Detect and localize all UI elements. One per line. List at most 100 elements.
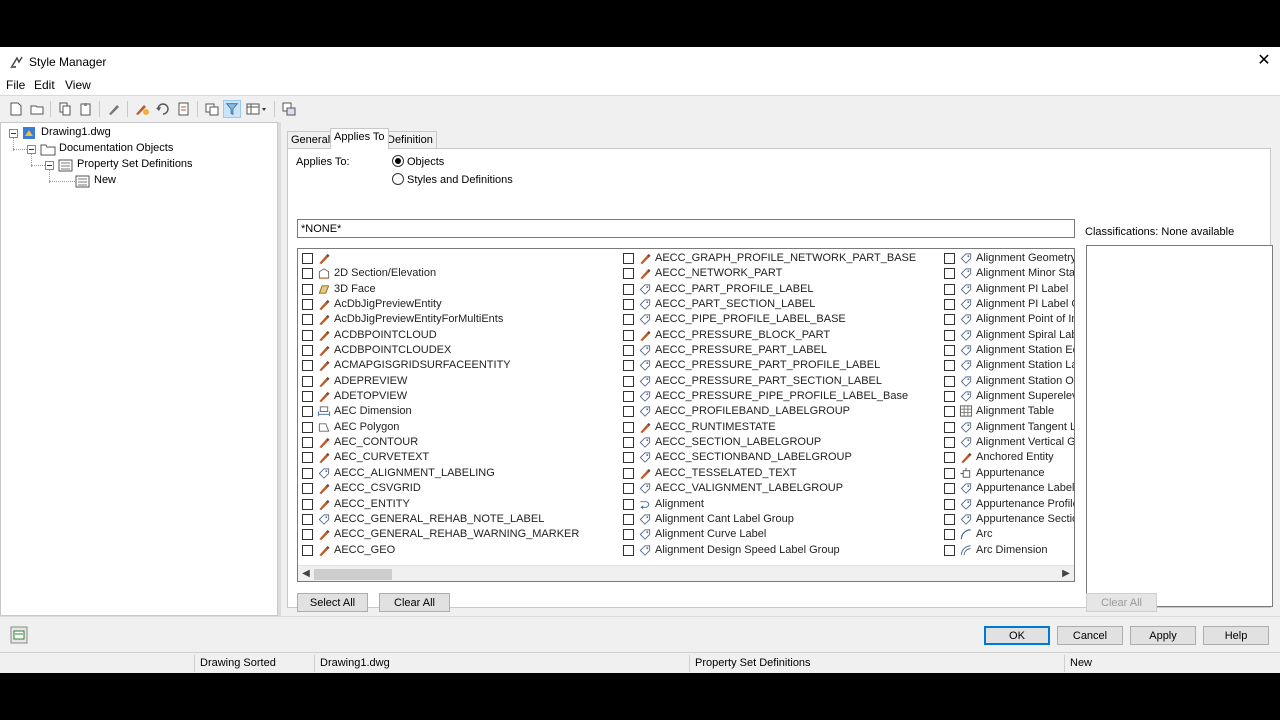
object-type-row[interactable]: AECC_RUNTIMESTATE	[623, 420, 941, 435]
object-type-row[interactable]: Arc	[944, 527, 1074, 542]
object-type-checkbox[interactable]	[623, 314, 634, 326]
object-type-checkbox[interactable]	[302, 406, 313, 418]
object-type-checkbox[interactable]	[944, 253, 955, 264]
object-type-row[interactable]: Alignment PI Label	[944, 282, 1074, 297]
object-type-checkbox[interactable]	[302, 421, 313, 433]
object-type-row[interactable]: ADETOPVIEW	[302, 389, 620, 404]
tree-node-property-set-definitions[interactable]: Property Set Definitions	[77, 158, 193, 170]
object-type-checkbox[interactable]	[623, 483, 634, 495]
collapse-icon[interactable]	[9, 129, 18, 138]
object-type-row[interactable]	[302, 251, 620, 266]
object-type-checkbox[interactable]	[302, 375, 313, 387]
scroll-right-icon[interactable]: ▶	[1059, 567, 1073, 581]
object-type-row[interactable]: AECC_PRESSURE_PART_LABEL	[623, 343, 941, 358]
object-type-row[interactable]: AcDbJigPreviewEntityForMultiEnts	[302, 312, 620, 327]
object-type-checkbox[interactable]	[623, 406, 634, 418]
classifications-list[interactable]	[1086, 245, 1273, 607]
menu-edit[interactable]: Edit	[34, 78, 55, 92]
object-type-row[interactable]: Alignment Station Ec	[944, 343, 1074, 358]
object-type-row[interactable]: ADEPREVIEW	[302, 374, 620, 389]
object-type-checkbox[interactable]	[944, 498, 955, 510]
object-type-row[interactable]: Appurtenance Profile	[944, 497, 1074, 512]
object-type-checkbox[interactable]	[944, 283, 955, 295]
object-type-checkbox[interactable]	[302, 437, 313, 449]
styles-definitions-radio[interactable]	[392, 173, 404, 185]
object-type-row[interactable]: AECC_GEO	[302, 543, 620, 558]
object-type-checkbox[interactable]	[944, 437, 955, 449]
object-type-row[interactable]: AECC_NETWORK_PART	[623, 266, 941, 281]
apply-button[interactable]: Apply	[1130, 626, 1196, 645]
object-type-checkbox[interactable]	[944, 544, 955, 556]
open-drawing-icon[interactable]	[28, 100, 46, 118]
object-type-row[interactable]: AECC_PRESSURE_PIPE_PROFILE_LABEL_Base	[623, 389, 941, 404]
object-type-row[interactable]: AECC_CSVGRID	[302, 481, 620, 496]
object-type-checkbox[interactable]	[944, 329, 955, 341]
view-options-icon[interactable]	[245, 100, 269, 118]
object-type-checkbox[interactable]	[302, 329, 313, 341]
object-type-checkbox[interactable]	[302, 283, 313, 295]
object-type-row[interactable]: Anchored Entity	[944, 450, 1074, 465]
object-type-row[interactable]: 2D Section/Elevation	[302, 266, 620, 281]
object-type-checkbox[interactable]	[302, 268, 313, 280]
object-type-row[interactable]: AECC_PART_PROFILE_LABEL	[623, 282, 941, 297]
object-type-checkbox[interactable]	[944, 299, 955, 311]
object-type-row[interactable]: 3D Face	[302, 282, 620, 297]
object-type-row[interactable]: AECC_ALIGNMENT_LABELING	[302, 466, 620, 481]
object-type-checkbox[interactable]	[623, 253, 634, 264]
object-type-row[interactable]: Arc Dimension	[944, 543, 1074, 558]
object-type-checkbox[interactable]	[623, 345, 634, 357]
object-type-row[interactable]: Alignment PI Label G	[944, 297, 1074, 312]
menu-view[interactable]: View	[65, 78, 91, 92]
object-type-row[interactable]: Alignment Station La	[944, 358, 1074, 373]
object-type-row[interactable]: Alignment Geometry	[944, 251, 1074, 266]
object-type-checkbox[interactable]	[944, 375, 955, 387]
object-type-row[interactable]: AECC_PART_SECTION_LABEL	[623, 297, 941, 312]
inline-edit-icon[interactable]	[175, 100, 193, 118]
cancel-button[interactable]: Cancel	[1057, 626, 1123, 645]
object-type-checkbox[interactable]	[623, 375, 634, 387]
collapse-icon[interactable]	[45, 161, 54, 170]
object-type-row[interactable]: Alignment Curve Label	[623, 527, 941, 542]
clear-all-button[interactable]: Clear All	[379, 593, 450, 612]
object-type-row[interactable]: AECC_ENTITY	[302, 497, 620, 512]
object-type-checkbox[interactable]	[944, 268, 955, 280]
object-type-checkbox[interactable]	[302, 544, 313, 556]
object-type-row[interactable]: AEC Dimension	[302, 404, 620, 419]
ok-button[interactable]: OK	[984, 626, 1050, 645]
object-type-row[interactable]: Alignment Station Of	[944, 374, 1074, 389]
object-type-checkbox[interactable]	[302, 253, 313, 264]
object-type-row[interactable]: AECC_SECTION_LABELGROUP	[623, 435, 941, 450]
object-type-checkbox[interactable]	[302, 314, 313, 326]
object-type-checkbox[interactable]	[623, 360, 634, 372]
object-type-checkbox[interactable]	[944, 452, 955, 464]
menu-file[interactable]: File	[6, 78, 25, 92]
object-type-row[interactable]: AEC Polygon	[302, 420, 620, 435]
object-type-checkbox[interactable]	[944, 360, 955, 372]
object-type-checkbox[interactable]	[302, 360, 313, 372]
object-type-row[interactable]: Alignment Superelev	[944, 389, 1074, 404]
object-type-checkbox[interactable]	[623, 467, 634, 479]
close-icon[interactable]: ✕	[1254, 51, 1274, 71]
object-type-checkbox[interactable]	[302, 513, 313, 525]
object-type-checkbox[interactable]	[623, 498, 634, 510]
object-type-checkbox[interactable]	[302, 452, 313, 464]
object-type-checkbox[interactable]	[944, 529, 955, 541]
object-type-row[interactable]: Appurtenance Label	[944, 481, 1074, 496]
object-type-checkbox[interactable]	[944, 406, 955, 418]
object-type-row[interactable]: Alignment	[623, 497, 941, 512]
object-type-checkbox[interactable]	[623, 529, 634, 541]
object-type-checkbox[interactable]	[302, 483, 313, 495]
object-type-row[interactable]: AECC_PIPE_PROFILE_LABEL_BASE	[623, 312, 941, 327]
toggle-view-icon[interactable]	[154, 100, 172, 118]
object-type-row[interactable]: Alignment Tangent L	[944, 420, 1074, 435]
object-type-checkbox[interactable]	[944, 391, 955, 403]
object-type-checkbox[interactable]	[302, 345, 313, 357]
object-type-row[interactable]: AECC_PROFILEBAND_LABELGROUP	[623, 404, 941, 419]
object-type-row[interactable]: Alignment Vertical G	[944, 435, 1074, 450]
filter-style-type-icon[interactable]	[223, 100, 241, 118]
tab-applies-to[interactable]: Applies To	[330, 128, 389, 149]
object-type-checkbox[interactable]	[944, 345, 955, 357]
styles-definitions-radio-label[interactable]: Styles and Definitions	[407, 174, 513, 186]
object-type-row[interactable]: AEC_CONTOUR	[302, 435, 620, 450]
tab-definition[interactable]: Definition	[383, 131, 437, 148]
